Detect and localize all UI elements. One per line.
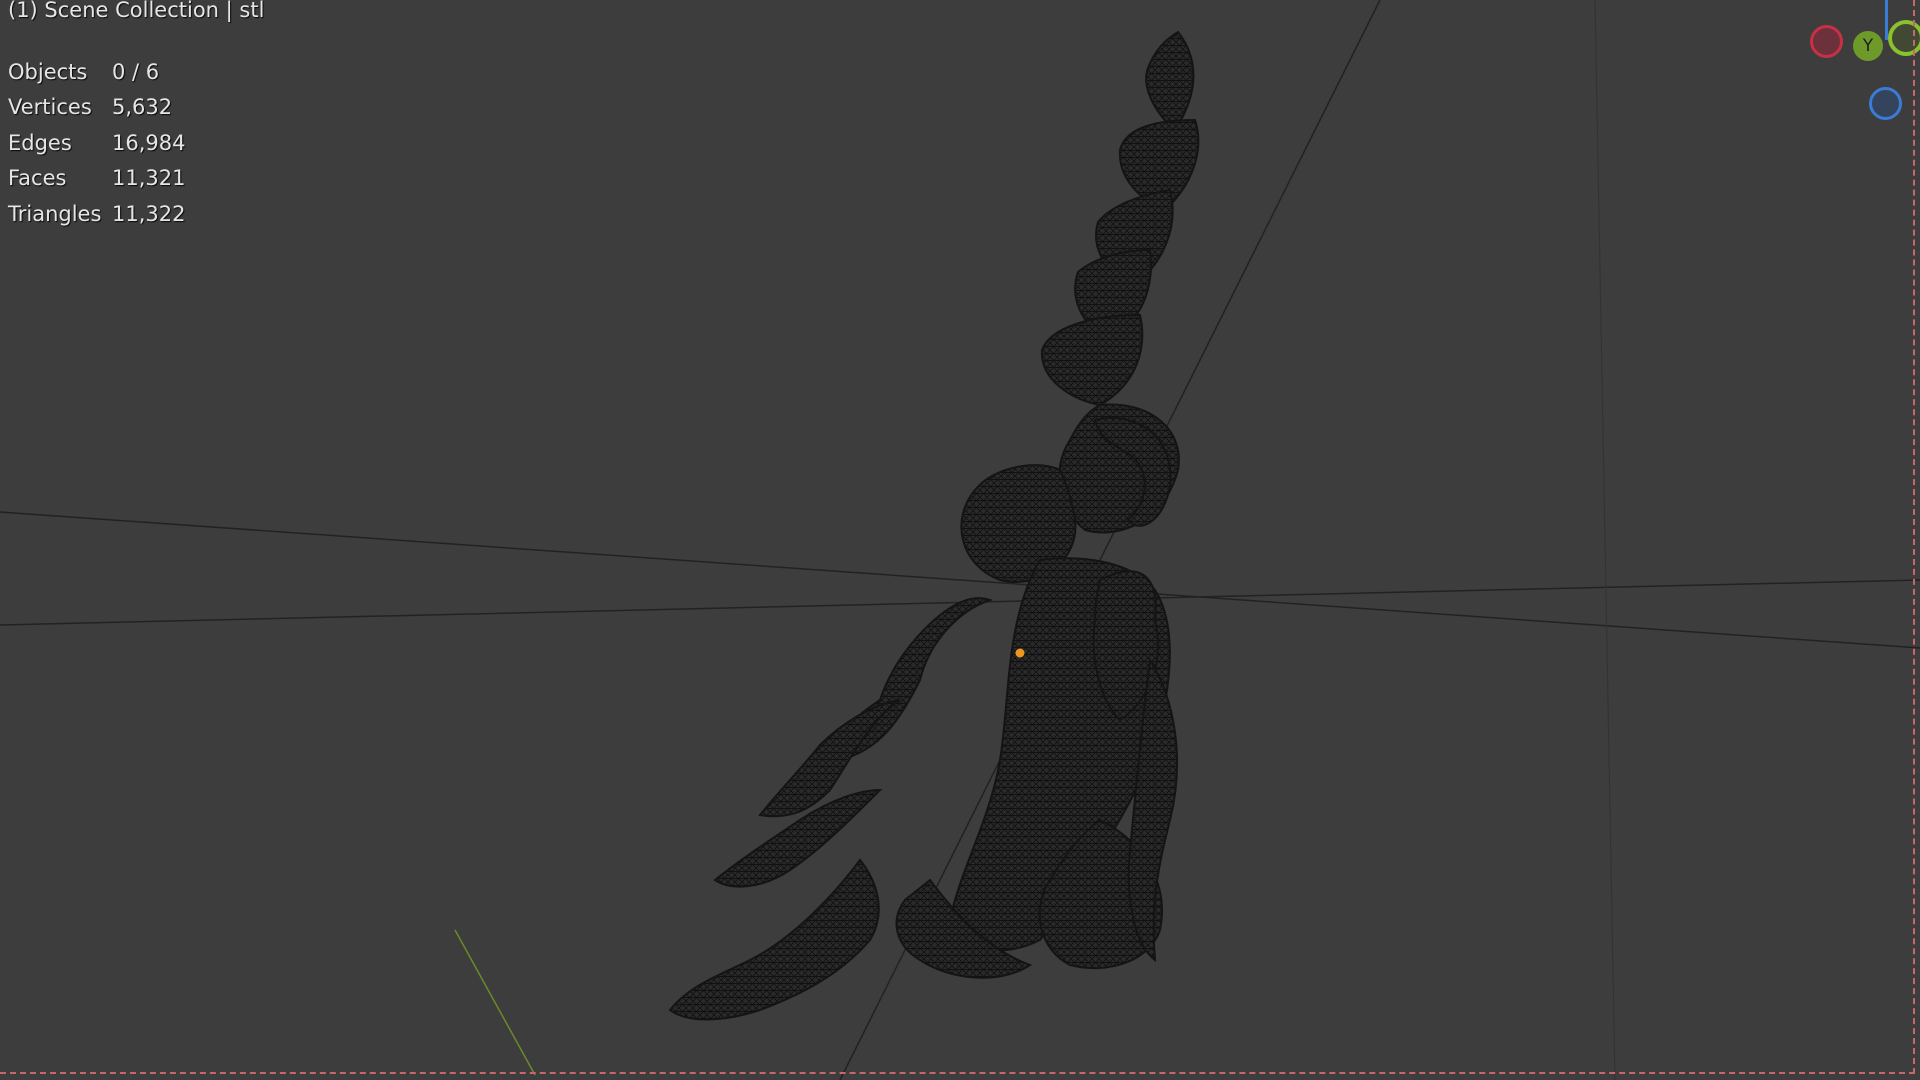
stat-label: Objects xyxy=(8,59,88,84)
stat-row-objects: Objects 0 / 6 xyxy=(8,54,185,90)
stat-value: 16,984 xyxy=(112,130,186,155)
scene-statistics: Objects 0 / 6 Vertices 5,632 Edges 16,98… xyxy=(8,54,185,232)
negative-y-axis-handle[interactable] xyxy=(1888,20,1920,56)
stat-value: 11,322 xyxy=(112,201,186,226)
stat-value: 11,321 xyxy=(112,166,186,191)
mesh-leaf-5 xyxy=(1040,313,1144,407)
stat-row-faces: Faces 11,321 xyxy=(8,161,185,197)
origin-dot-icon xyxy=(1015,648,1025,658)
mesh-left-curl-1 xyxy=(758,699,901,818)
stat-row-triangles: Triangles 11,322 xyxy=(8,196,185,232)
stat-label: Triangles xyxy=(8,201,102,226)
mesh-top-leaf xyxy=(1145,30,1195,132)
stat-row-edges: Edges 16,984 xyxy=(8,125,185,161)
y-axis-handle[interactable]: Y xyxy=(1853,31,1883,61)
viewport-canvas[interactable] xyxy=(0,0,1920,1080)
wireframe-mesh[interactable] xyxy=(668,30,1200,1021)
3d-viewport[interactable]: (1) Scene Collection | stl Objects 0 / 6… xyxy=(0,0,1920,1080)
stat-value: 5,632 xyxy=(112,95,173,120)
x-axis-handle[interactable] xyxy=(1810,25,1843,58)
stat-label: Edges xyxy=(8,130,72,155)
stat-label: Faces xyxy=(8,166,67,191)
mesh-bottom-left xyxy=(668,858,880,1021)
stat-value: 0 / 6 xyxy=(112,59,160,84)
stat-label: Vertices xyxy=(8,95,92,120)
z-axis-handle[interactable] xyxy=(1869,87,1902,120)
scene-title: (1) Scene Collection | stl xyxy=(8,0,265,22)
stat-row-vertices: Vertices 5,632 xyxy=(8,90,185,126)
